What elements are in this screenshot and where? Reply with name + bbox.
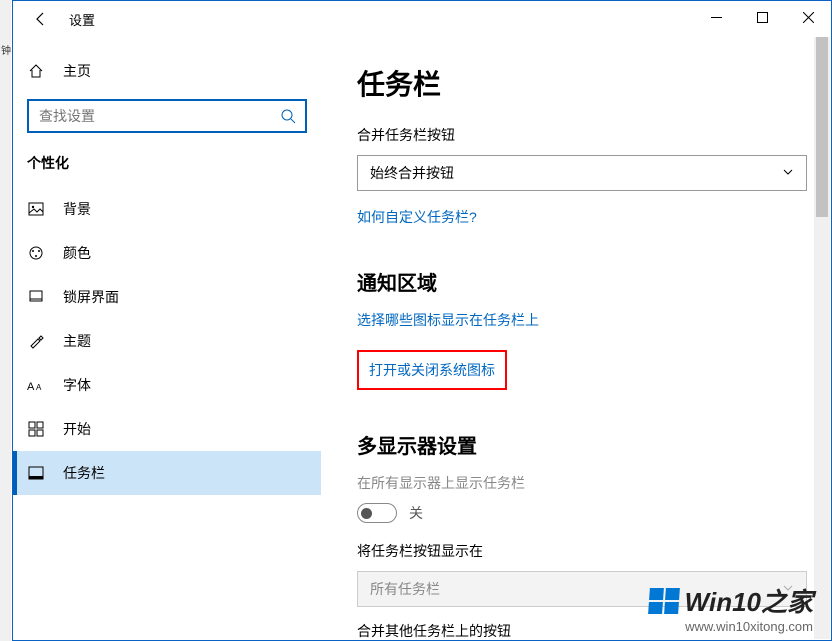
search-icon	[271, 108, 305, 124]
sidebar-home[interactable]: 主页	[13, 53, 321, 89]
sidebar-item-fonts[interactable]: AA 字体	[13, 363, 321, 407]
taskbar-icon	[27, 465, 45, 481]
svg-text:A: A	[36, 383, 42, 392]
sidebar-item-taskbar[interactable]: 任务栏	[13, 451, 321, 495]
theme-icon	[27, 333, 45, 349]
notification-heading: 通知区域	[357, 267, 807, 296]
home-icon	[27, 63, 45, 79]
nav-label: 锁屏界面	[63, 287, 119, 307]
watermark-brand: Win10之家	[685, 582, 813, 619]
watermark: Win10之家 www.win10xitong.com	[649, 582, 813, 634]
window-controls	[693, 1, 831, 33]
nav-label: 颜色	[63, 243, 91, 263]
svg-text:A: A	[27, 381, 35, 393]
nav-label: 开始	[63, 419, 91, 439]
page-title: 任务栏	[357, 63, 807, 103]
chevron-down-icon	[782, 165, 794, 181]
external-fragment: 钟	[0, 0, 11, 641]
nav-label: 背景	[63, 199, 91, 219]
window-title: 设置	[69, 10, 95, 29]
scrollbar-thumb[interactable]	[816, 37, 828, 217]
search-input[interactable]	[27, 99, 307, 133]
minimize-button[interactable]	[693, 1, 739, 33]
nav-label: 主题	[63, 331, 91, 351]
toggle-state: 关	[409, 503, 423, 523]
sidebar-home-label: 主页	[63, 61, 91, 81]
lockscreen-icon	[27, 289, 45, 305]
nav-label: 任务栏	[63, 463, 105, 483]
back-button[interactable]	[25, 3, 57, 35]
select-value: 始终合并按钮	[370, 163, 454, 183]
sidebar-item-background[interactable]: 背景	[13, 187, 321, 231]
sidebar: 主页 个性化 背景 颜色 锁屏界面	[13, 37, 321, 640]
nav-label: 字体	[63, 375, 91, 395]
system-icons-link[interactable]: 打开或关闭系统图标	[357, 350, 507, 390]
sidebar-group-title: 个性化	[13, 153, 321, 173]
sidebar-item-colors[interactable]: 颜色	[13, 231, 321, 275]
combine-label: 合并任务栏按钮	[357, 125, 807, 145]
multimon-toggle[interactable]	[357, 503, 397, 523]
showbuttons-label: 将任务栏按钮显示在	[357, 541, 807, 561]
sidebar-item-start[interactable]: 开始	[13, 407, 321, 451]
picture-icon	[27, 201, 45, 217]
sidebar-item-themes[interactable]: 主题	[13, 319, 321, 363]
vertical-scrollbar[interactable]	[814, 37, 830, 639]
combine-select[interactable]: 始终合并按钮	[357, 155, 807, 191]
sidebar-item-lockscreen[interactable]: 锁屏界面	[13, 275, 321, 319]
multimon-heading: 多显示器设置	[357, 430, 807, 459]
start-icon	[27, 421, 45, 437]
palette-icon	[27, 245, 45, 261]
close-button[interactable]	[785, 1, 831, 33]
select-value: 所有任务栏	[370, 579, 440, 599]
multimon-label: 在所有显示器上显示任务栏	[357, 473, 807, 493]
windows-logo-icon	[648, 588, 680, 614]
search-field[interactable]	[29, 108, 271, 124]
select-icons-link[interactable]: 选择哪些图标显示在任务栏上	[357, 310, 539, 330]
maximize-button[interactable]	[739, 1, 785, 33]
watermark-url: www.win10xitong.com	[649, 619, 813, 634]
customize-link[interactable]: 如何自定义任务栏?	[357, 207, 477, 227]
font-icon: AA	[27, 377, 45, 393]
content-area: 任务栏 合并任务栏按钮 始终合并按钮 如何自定义任务栏? 通知区域 选择哪些图标…	[321, 37, 831, 640]
settings-window: 设置 主页 个性化 背景	[12, 0, 832, 641]
